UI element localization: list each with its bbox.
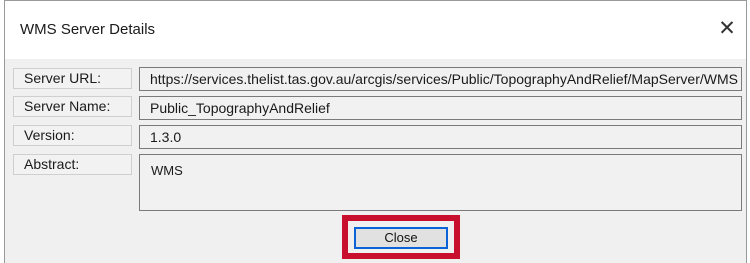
version-label: Version: [13,125,132,146]
server-name-field[interactable]: Public_TopographyAndRelief [139,96,742,120]
server-url-label: Server URL: [13,68,132,89]
server-url-field[interactable]: https://services.thelist.tas.gov.au/arcg… [139,67,742,91]
version-field[interactable]: 1.3.0 [139,125,742,149]
server-name-label: Server Name: [13,96,132,117]
close-button[interactable]: Close [354,227,448,249]
close-icon[interactable]: ✕ [712,13,742,43]
title-bar: WMS Server Details ✕ [5,1,746,59]
abstract-field[interactable]: WMS [139,154,742,211]
abstract-label: Abstract: [13,154,132,175]
dialog-window: WMS Server Details ✕ Server URL: https:/… [4,0,747,263]
dialog-title: WMS Server Details [20,21,156,38]
